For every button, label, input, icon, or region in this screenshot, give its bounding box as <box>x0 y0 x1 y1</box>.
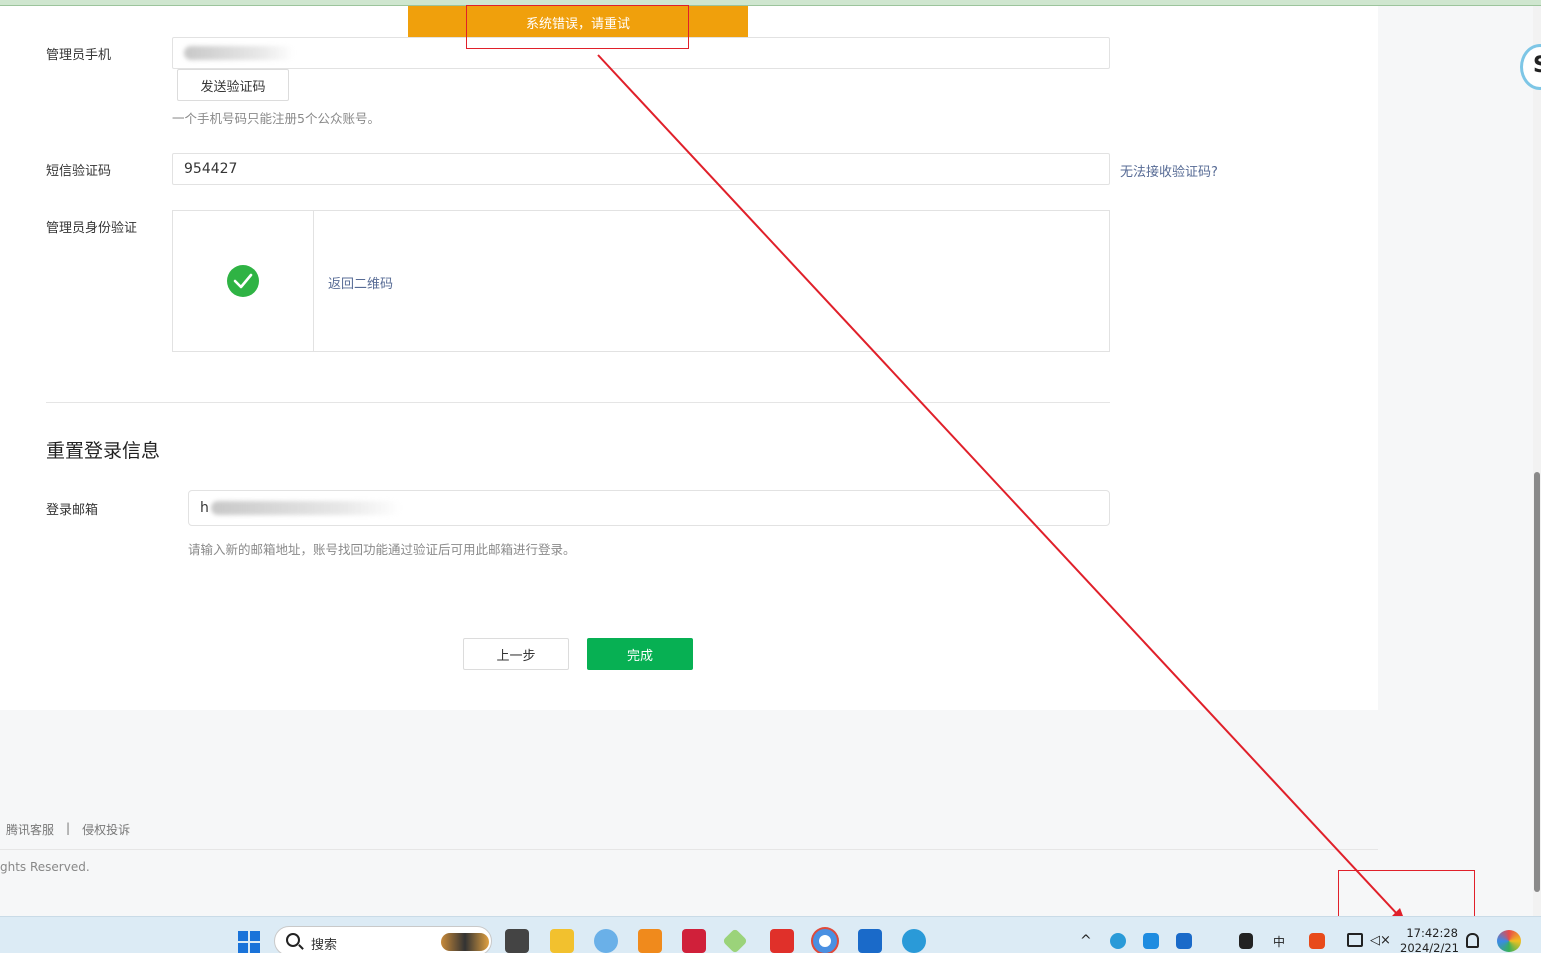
annotation-box-toast <box>466 5 689 49</box>
back-to-qr-link[interactable]: 返回二维码 <box>328 273 393 292</box>
network-icon[interactable] <box>1347 933 1363 947</box>
windows-start-icon[interactable] <box>238 931 260 953</box>
footer-copyright: ghts Reserved. <box>0 860 90 874</box>
section-divider <box>46 402 1110 403</box>
sublime-icon[interactable] <box>638 929 662 953</box>
sogou-ime-icon[interactable] <box>1309 933 1325 949</box>
git-tool-icon[interactable] <box>722 928 748 953</box>
wps-icon[interactable] <box>770 929 794 953</box>
email-hint: 请输入新的邮箱地址，账号找回功能通过验证后可用此邮箱进行登录。 <box>188 542 576 557</box>
task-view-icon[interactable] <box>505 929 529 953</box>
search-highlight-image <box>441 933 489 951</box>
chrome-icon[interactable] <box>813 929 837 953</box>
sms-code-input[interactable]: 954427 <box>172 153 1110 185</box>
sms-label: 短信验证码 <box>46 164 112 179</box>
identity-verify-box: 返回二维码 <box>172 210 1110 352</box>
clock-time: 17:42:28 <box>1406 926 1458 940</box>
search-icon <box>286 933 300 947</box>
email-blurred-value <box>210 501 401 515</box>
checkmark-icon <box>227 265 259 297</box>
email-label: 登录邮箱 <box>46 503 99 518</box>
verify-status-cell <box>173 211 314 351</box>
scrollbar-thumb[interactable] <box>1534 472 1540 892</box>
windows-taskbar: 搜索 ^ 中 ◁× <box>0 916 1541 953</box>
footer-link-complaint[interactable]: 侵权投诉 <box>82 821 130 838</box>
footer-link-support[interactable]: 腾讯客服 <box>6 821 54 838</box>
phone-hint: 一个手机号码只能注册5个公众账号。 <box>172 111 380 126</box>
footer-divider <box>0 849 1378 850</box>
notification-bell-icon[interactable] <box>1466 933 1479 948</box>
floating-assistant-icon[interactable]: S <box>1520 44 1541 90</box>
jetbrains-icon[interactable] <box>682 929 706 953</box>
prev-step-button[interactable]: 上一步 <box>463 638 569 670</box>
chevron-up-icon[interactable]: ^ <box>1080 933 1092 949</box>
taskbar-search-box[interactable]: 搜索 <box>274 926 492 953</box>
taskbar-search-label: 搜索 <box>311 938 338 953</box>
phone-blurred-value <box>184 46 294 60</box>
tray-app-icon-3[interactable] <box>1176 933 1192 949</box>
email-visible-prefix: h <box>200 500 209 516</box>
app-icon-1[interactable] <box>594 929 618 953</box>
tray-app-icon-4[interactable] <box>1239 933 1253 949</box>
speaker-muted-icon[interactable]: ◁× <box>1370 933 1391 948</box>
copilot-icon[interactable] <box>1497 930 1521 952</box>
email-input[interactable]: h <box>188 490 1110 526</box>
phone-label: 管理员手机 <box>46 48 112 63</box>
outlook-icon[interactable] <box>858 929 882 953</box>
identity-label: 管理员身份验证 <box>46 221 138 236</box>
ime-indicator[interactable]: 中 <box>1273 933 1285 950</box>
clock-date: 2024/2/21 <box>1400 941 1459 953</box>
reset-section-title: 重置登录信息 <box>46 440 161 462</box>
send-code-button[interactable]: 发送验证码 <box>177 69 289 101</box>
footer-separator: | <box>66 821 71 835</box>
sms-code-value: 954427 <box>184 161 238 177</box>
tray-app-icon-2[interactable] <box>1143 933 1159 949</box>
taskbar-clock[interactable]: 17:42:28 2024/2/21 <box>1400 926 1459 953</box>
footer-links: 腾讯客服 | 侵权投诉 <box>6 821 130 838</box>
finish-button[interactable]: 完成 <box>587 638 693 670</box>
file-explorer-icon[interactable] <box>550 929 574 953</box>
edge-icon[interactable] <box>902 929 926 953</box>
tray-app-icon-1[interactable] <box>1110 933 1126 949</box>
sms-help-link[interactable]: 无法接收验证码? <box>1120 161 1218 180</box>
